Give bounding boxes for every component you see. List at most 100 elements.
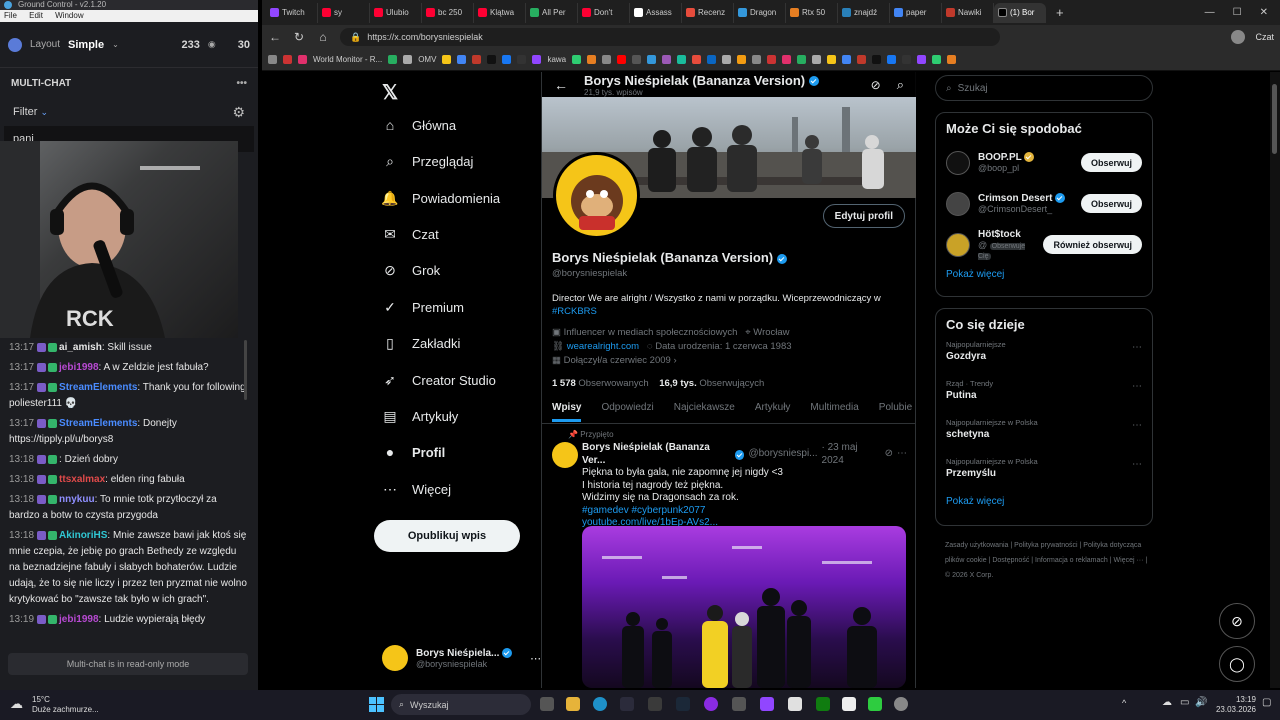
bookmark-icon[interactable] <box>797 55 807 64</box>
post-hashtags[interactable]: #gamedev #cyberpunk2077 <box>582 505 907 518</box>
search-input[interactable]: ⌕ Szukaj <box>935 75 1153 101</box>
grok-icon[interactable]: ⊘ <box>885 448 893 461</box>
footer-link[interactable]: © 2026 X Corp. <box>945 572 993 579</box>
bookmark-item[interactable]: World Monitor - R... <box>313 55 382 64</box>
nav-item[interactable]: ✓ Premium <box>382 299 464 315</box>
task-view-icon[interactable] <box>540 697 554 711</box>
app-icon[interactable] <box>894 697 908 711</box>
chat-username[interactable]: StreamElements <box>59 418 137 429</box>
post-media-image[interactable] <box>582 526 906 688</box>
close-icon[interactable]: ✕ <box>1260 7 1268 18</box>
bookmark-icon[interactable] <box>647 55 657 64</box>
bookmark-icon[interactable] <box>388 55 398 64</box>
bookmark-icon[interactable] <box>442 55 452 64</box>
footer-link[interactable]: Dostępność <box>992 557 1029 564</box>
notification-icon[interactable]: ▢ <box>1262 697 1271 708</box>
bookmark-icon[interactable] <box>722 55 732 64</box>
suggested-account[interactable]: Crimson Desert @CrimsonDesert_ Obserwuj <box>946 183 1142 224</box>
bio-hashtag-link[interactable]: #RCKBRS <box>552 306 597 317</box>
browser-tab[interactable]: Nawiki <box>942 2 994 23</box>
more-icon[interactable]: ⋯ <box>1132 420 1142 431</box>
app-icon[interactable] <box>868 697 882 711</box>
browser-tab[interactable]: paper <box>890 2 942 23</box>
bookmark-icon[interactable] <box>472 55 482 64</box>
browser-tab[interactable]: sy <box>318 2 370 23</box>
twitch-icon[interactable] <box>760 697 774 711</box>
bookmark-icon[interactable] <box>947 55 957 64</box>
maps-icon[interactable] <box>732 697 746 711</box>
bookmark-item[interactable]: kawa <box>547 55 566 64</box>
chevron-down-icon[interactable]: ⌄ <box>41 107 49 117</box>
new-tab-icon[interactable]: + <box>1056 5 1064 20</box>
suggested-account[interactable]: BOOP.PL @boop_pl Obserwuj <box>946 142 1142 183</box>
chat-username[interactable]: jebi1998 <box>59 614 98 625</box>
bookmark-icon[interactable] <box>752 55 762 64</box>
more-icon[interactable]: ⋯ <box>530 652 541 665</box>
trend-item[interactable]: Rząd · Trendy Putina ⋯ <box>946 377 1142 416</box>
trend-item[interactable]: Najpopularniejsze w Polska Przemyślu ⋯ <box>946 455 1142 494</box>
weather-temp[interactable]: 15°C <box>32 695 99 705</box>
tray-chevron-icon[interactable]: ^ <box>1122 698 1126 708</box>
more-icon[interactable]: ••• <box>236 78 247 89</box>
footer-link[interactable]: Informacja o reklamach <box>1035 557 1108 564</box>
browser-tab[interactable]: Recenz <box>682 2 734 23</box>
bookmark-icon[interactable] <box>737 55 747 64</box>
bookmark-icon[interactable] <box>602 55 612 64</box>
following-label[interactable]: Obserwowanych <box>578 378 648 389</box>
nav-item[interactable]: 🔔 Powiadomienia <box>381 190 500 206</box>
browser-tab[interactable]: Dragon <box>734 2 786 23</box>
nav-item[interactable]: ⊘ Grok <box>382 262 440 278</box>
bookmark-icon[interactable] <box>587 55 597 64</box>
followers-count[interactable]: 16,9 tys. <box>659 378 697 389</box>
profile-tab[interactable]: Polubie <box>879 402 912 413</box>
profile-tab[interactable]: Multimedia <box>810 402 858 413</box>
profile-tab[interactable]: Najciekawsze <box>674 402 735 413</box>
more-icon[interactable]: ⋯ <box>1132 459 1142 470</box>
chevron-down-icon[interactable]: ⌄ <box>112 40 119 49</box>
more-icon[interactable]: ⋯ <box>1132 381 1142 392</box>
bookmark-icon[interactable] <box>487 55 497 64</box>
profile-tab[interactable]: Artykuły <box>755 402 791 413</box>
nav-item[interactable]: ▯ Zakładki <box>382 335 460 351</box>
bookmark-icon[interactable] <box>857 55 867 64</box>
menu-file[interactable]: File <box>4 11 17 20</box>
bookmark-icon[interactable] <box>902 55 912 64</box>
back-icon[interactable]: ← <box>268 30 282 44</box>
copilot-icon[interactable]: Czat <box>1255 32 1274 42</box>
bookmark-icon[interactable] <box>917 55 927 64</box>
grok-icon[interactable]: ⊘ <box>871 78 881 92</box>
chat-username[interactable]: StreamElements <box>59 382 137 393</box>
profile-tab[interactable]: Wpisy <box>552 402 582 422</box>
footer-link[interactable]: Więcej ··· <box>1114 557 1144 564</box>
more-icon[interactable]: ⋯ <box>897 448 907 461</box>
layout-select[interactable]: Simple <box>68 39 104 51</box>
x-logo-icon[interactable]: 𝕏 <box>382 80 398 105</box>
browser-tab[interactable]: znajdź <box>838 2 890 23</box>
profile-avatar-icon[interactable] <box>1231 30 1246 44</box>
nav-item[interactable]: ▤ Artykuły <box>382 408 458 424</box>
start-icon[interactable] <box>369 697 384 712</box>
post-author[interactable]: Borys Nieśpielak (Bananza Ver... <box>582 442 731 467</box>
app-icon[interactable] <box>842 697 856 711</box>
clock-date[interactable]: 23.03.2026 <box>1212 705 1256 715</box>
app-icon[interactable] <box>788 697 802 711</box>
browser-tab[interactable]: Rtx 50 <box>786 2 838 23</box>
bookmark-icon[interactable] <box>517 55 527 64</box>
bookmark-icon[interactable] <box>872 55 882 64</box>
weather-desc[interactable]: Duże zachmurze... <box>32 705 99 715</box>
bookmark-icon[interactable] <box>457 55 467 64</box>
nav-item[interactable]: ➶ Creator Studio <box>382 372 496 388</box>
bookmark-icon[interactable] <box>283 55 292 64</box>
bookmark-icon[interactable] <box>827 55 837 64</box>
taskbar-search[interactable]: ⌕ Wyszukaj <box>391 694 531 715</box>
grok-fab-icon[interactable]: ⊘ <box>1219 603 1255 639</box>
nav-item[interactable]: ⌕ Przeglądaj <box>382 153 473 169</box>
post-handle[interactable]: @borysniespi... <box>748 448 817 461</box>
browser-tab[interactable]: All Per <box>526 2 578 23</box>
bookmark-icon[interactable] <box>692 55 702 64</box>
browser-tab[interactable]: Klątwa <box>474 2 526 23</box>
refresh-icon[interactable]: ↻ <box>292 30 306 44</box>
bookmark-icon[interactable] <box>403 55 413 64</box>
bookmark-item[interactable]: OMV <box>418 55 436 64</box>
browser-tab[interactable]: Assass <box>630 2 682 23</box>
